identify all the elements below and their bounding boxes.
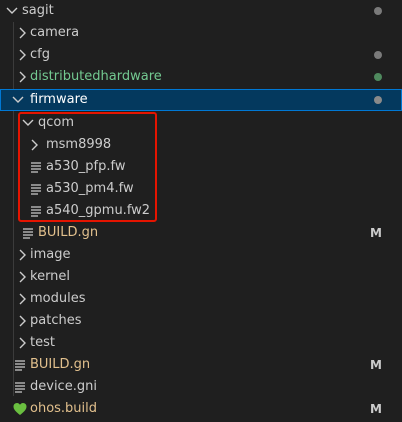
tree-item-a540-gpmu[interactable]: a540_gpmu.fw2 — [0, 200, 402, 222]
tree-item-label: modules — [30, 291, 86, 306]
tree-item-label: BUILD.gn — [30, 357, 91, 372]
file-explorer-tree: sagit camera cfg distributedhardware fir… — [0, 0, 402, 422]
tree-item-label: sagit — [22, 3, 54, 18]
chevron-right-icon — [14, 44, 30, 66]
chevron-down-icon — [20, 112, 36, 134]
file-lines-icon — [20, 222, 36, 244]
tree-item-a530-pfp[interactable]: a530_pfp.fw — [0, 156, 402, 178]
git-status-badge: M — [370, 358, 382, 372]
tree-item-label: qcom — [38, 115, 75, 130]
chevron-right-icon — [14, 332, 30, 354]
tree-item-label: image — [30, 247, 71, 262]
heart-icon — [12, 398, 28, 420]
status-dot — [374, 51, 382, 59]
status-dot — [374, 73, 382, 81]
file-lines-icon — [12, 354, 28, 376]
chevron-right-icon — [14, 22, 30, 44]
tree-item-modules[interactable]: modules — [0, 288, 402, 310]
file-lines-icon — [28, 200, 44, 222]
file-lines-icon — [28, 156, 44, 178]
file-lines-icon — [28, 178, 44, 200]
tree-item-camera[interactable]: camera — [0, 22, 402, 44]
tree-item-a530-pm4[interactable]: a530_pm4.fw — [0, 178, 402, 200]
chevron-right-icon — [14, 66, 30, 88]
tree-item-qcom[interactable]: qcom — [0, 112, 402, 134]
status-dot — [374, 96, 382, 104]
chevron-right-icon — [14, 244, 30, 266]
tree-item-build-gn[interactable]: BUILD.gn M — [0, 354, 402, 376]
tree-item-label: camera — [30, 25, 80, 40]
tree-item-test[interactable]: test — [0, 332, 402, 354]
tree-item-cfg[interactable]: cfg — [0, 44, 402, 66]
tree-item-distributedhardware[interactable]: distributedhardware — [0, 66, 402, 88]
chevron-down-icon — [4, 0, 20, 22]
tree-item-label: test — [30, 335, 55, 350]
git-status-badge: M — [370, 226, 382, 240]
tree-item-device-gni[interactable]: device.gni — [0, 376, 402, 398]
tree-item-label: a530_pfp.fw — [46, 159, 126, 174]
tree-item-patches[interactable]: patches — [0, 310, 402, 332]
tree-item-kernel[interactable]: kernel — [0, 266, 402, 288]
tree-item-label: msm8998 — [46, 137, 112, 152]
tree-item-msm8998[interactable]: msm8998 — [0, 134, 402, 156]
tree-item-label: ohos.build — [30, 401, 98, 416]
tree-item-label: device.gni — [30, 379, 97, 394]
chevron-right-icon — [14, 288, 30, 310]
tree-item-ohos-build[interactable]: ohos.build M — [0, 398, 402, 420]
tree-item-label: patches — [30, 313, 82, 328]
file-lines-icon — [12, 376, 28, 398]
tree-item-image[interactable]: image — [0, 244, 402, 266]
chevron-right-icon — [14, 266, 30, 288]
chevron-right-icon — [14, 310, 30, 332]
chevron-down-icon — [10, 89, 26, 111]
tree-item-label: distributedhardware — [30, 69, 162, 84]
tree-item-label: a540_gpmu.fw2 — [46, 203, 151, 218]
tree-item-firmware[interactable]: firmware — [0, 89, 402, 111]
tree-item-label: BUILD.gn — [38, 225, 99, 240]
tree-item-label: kernel — [30, 269, 71, 284]
chevron-right-icon — [26, 134, 42, 156]
tree-item-sagit[interactable]: sagit — [0, 0, 402, 22]
status-dot — [374, 7, 382, 15]
tree-item-label: firmware — [30, 92, 88, 107]
git-status-badge: M — [370, 402, 382, 416]
tree-item-label: cfg — [30, 47, 50, 62]
tree-item-firmware-build-gn[interactable]: BUILD.gn M — [0, 222, 402, 244]
tree-item-label: a530_pm4.fw — [46, 181, 134, 196]
